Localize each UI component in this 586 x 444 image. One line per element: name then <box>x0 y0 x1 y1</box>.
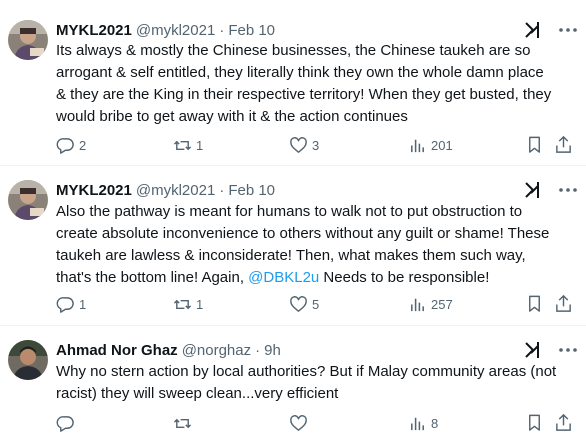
tweet-text-segment: that's the bottom line! Again, <box>56 269 249 286</box>
avatar[interactable] <box>8 340 48 380</box>
reply-button[interactable] <box>56 413 75 433</box>
views-icon <box>411 298 424 311</box>
tweet-text: Its always & mostly the Chinese business… <box>56 40 576 128</box>
reply-icon <box>56 296 74 313</box>
reply-icon <box>56 137 74 154</box>
like-icon <box>290 295 307 312</box>
reply-icon <box>56 415 74 432</box>
like-icon <box>290 414 307 431</box>
tweet-header: Ahmad Nor Ghaz @norghaz · 9h <box>56 340 586 360</box>
share-button[interactable] <box>554 135 574 155</box>
reply-count: 2 <box>79 137 87 153</box>
separator: · <box>219 181 225 199</box>
tweet-actions: 1 1 5 257 <box>56 294 580 314</box>
tweet-date[interactable]: Feb 10 <box>228 182 275 199</box>
tweet-text-line: create absolute inconvenience to others … <box>56 225 550 242</box>
author-handle[interactable]: @mykl2021 <box>136 182 215 199</box>
tweet-text: Why no stern action by local authorities… <box>56 361 576 405</box>
grok-icon[interactable] <box>522 180 542 200</box>
repost-count: 1 <box>196 296 204 312</box>
tweet-text-line: taukeh are lawless & inconsiderate! Then… <box>56 247 526 264</box>
views-button[interactable]: 8 <box>408 413 438 433</box>
author-name[interactable]: MYKL2021 <box>56 22 132 39</box>
author-handle[interactable]: @mykl2021 <box>136 22 215 39</box>
share-icon <box>556 294 571 312</box>
repost-button[interactable]: 1 <box>173 135 203 155</box>
views-icon <box>411 139 424 152</box>
reply-button[interactable]: 1 <box>56 294 86 314</box>
tweet-feed: MYKL2021 @mykl2021 · Feb 10 Its always &… <box>0 0 586 444</box>
reply-button[interactable]: 2 <box>56 135 86 155</box>
like-icon <box>290 136 307 153</box>
views-icon <box>411 417 424 430</box>
views-button[interactable]: 257 <box>408 294 453 314</box>
tweet-actions: 8 <box>56 413 580 433</box>
author-name[interactable]: Ahmad Nor Ghaz <box>56 342 178 359</box>
share-button[interactable] <box>554 413 574 433</box>
views-count: 201 <box>431 137 453 153</box>
bookmark-button[interactable] <box>525 294 545 314</box>
bookmark-icon <box>529 295 540 312</box>
repost-button[interactable] <box>173 413 192 433</box>
more-icon[interactable] <box>556 342 580 358</box>
more-icon[interactable] <box>556 22 580 38</box>
avatar[interactable] <box>8 20 48 60</box>
repost-button[interactable]: 1 <box>173 294 203 314</box>
tweet[interactable]: Ahmad Nor Ghaz @norghaz · 9h Why no ster… <box>0 326 586 444</box>
tweet-text-segment: Needs to be responsible! <box>319 269 490 286</box>
share-icon <box>556 413 571 431</box>
views-button[interactable]: 201 <box>408 135 453 155</box>
tweet-date[interactable]: Feb 10 <box>228 22 275 39</box>
tweet-date[interactable]: 9h <box>264 342 281 359</box>
separator: · <box>219 21 225 39</box>
tweet[interactable]: MYKL2021 @mykl2021 · Feb 10 Also the pat… <box>0 166 586 326</box>
grok-icon[interactable] <box>522 20 542 40</box>
tweet-text-line: racist) they will sweep clean...very eff… <box>56 385 339 402</box>
repost-icon <box>173 140 192 150</box>
like-button[interactable]: 3 <box>289 135 319 155</box>
views-count: 8 <box>431 415 439 431</box>
author-handle[interactable]: @norghaz <box>182 342 251 359</box>
reply-count: 1 <box>79 296 87 312</box>
bookmark-button[interactable] <box>525 413 545 433</box>
tweet-text-line: would bribe to get away with it & the ac… <box>56 108 408 125</box>
tweet-header: MYKL2021 @mykl2021 · Feb 10 <box>56 180 586 200</box>
tweet[interactable]: MYKL2021 @mykl2021 · Feb 10 Its always &… <box>0 0 586 166</box>
like-count: 3 <box>312 137 320 153</box>
share-icon <box>556 135 571 153</box>
like-button[interactable]: 5 <box>289 294 319 314</box>
tweet-text-line: Also the pathway is meant for humans to … <box>56 203 523 220</box>
tweet-actions: 2 1 3 201 <box>56 135 580 155</box>
tweet-text-line: Why no stern action by local authorities… <box>56 363 557 380</box>
bookmark-icon <box>529 136 540 153</box>
like-button[interactable] <box>289 413 308 433</box>
repost-icon <box>173 418 192 428</box>
tweet-text-line: & they are the King in their respective … <box>56 86 552 103</box>
avatar-image <box>8 180 48 220</box>
like-count: 5 <box>312 296 320 312</box>
bookmark-icon <box>529 414 540 431</box>
share-button[interactable] <box>554 294 574 314</box>
repost-icon <box>173 299 192 309</box>
separator: · <box>255 341 261 359</box>
avatar[interactable] <box>8 180 48 220</box>
tweet-header: MYKL2021 @mykl2021 · Feb 10 <box>56 20 586 40</box>
tweet-text: Also the pathway is meant for humans to … <box>56 201 576 289</box>
bookmark-button[interactable] <box>525 135 545 155</box>
more-icon[interactable] <box>556 182 580 198</box>
tweet-text-line: that's the bottom line! Again, @DBKL2u N… <box>56 267 576 289</box>
grok-icon[interactable] <box>522 340 542 360</box>
mention-link[interactable]: @DBKL2u <box>248 269 319 286</box>
tweet-text-line: arrogant & self entitled, they literally… <box>56 64 544 81</box>
views-count: 257 <box>431 296 453 312</box>
tweet-text-line: Its always & mostly the Chinese business… <box>56 42 531 59</box>
avatar-image <box>8 340 48 380</box>
repost-count: 1 <box>196 137 204 153</box>
author-name[interactable]: MYKL2021 <box>56 182 132 199</box>
avatar-image <box>8 20 48 60</box>
